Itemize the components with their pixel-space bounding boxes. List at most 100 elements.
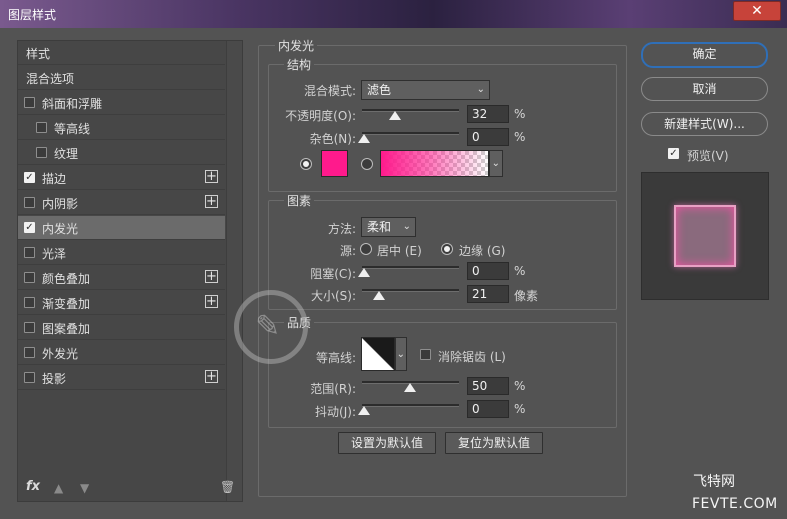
jitter-unit: % — [514, 402, 526, 416]
glow-color-swatch[interactable] — [321, 150, 348, 177]
jitter-slider-thumb[interactable] — [358, 406, 370, 415]
jitter-input[interactable]: 0 — [467, 400, 509, 418]
style-checkbox[interactable] — [24, 322, 35, 333]
preview-label[interactable]: 预览(V) — [687, 147, 729, 164]
style-list-label: 颜色叠加 — [42, 272, 91, 286]
style-list-item[interactable]: 样式 — [18, 41, 225, 65]
range-input[interactable]: 50 — [467, 377, 509, 395]
new-style-button[interactable]: 新建样式(W)... — [641, 112, 768, 136]
style-list-item[interactable]: 混合选项 — [18, 66, 225, 90]
choke-slider-thumb[interactable] — [358, 268, 370, 277]
size-unit: 像素 — [514, 289, 539, 303]
style-list-scrollbar[interactable] — [226, 41, 242, 501]
gradient-picker[interactable] — [380, 150, 489, 177]
style-list: 样式 混合选项 斜面和浮雕 等高线 纹理 ✓ 描边 + 内阴影 + ✓ 内发光 光泽 颜色叠加 + 渐变叠加 +… — [17, 40, 243, 502]
add-effect-icon[interactable]: + — [205, 370, 218, 383]
layer-style-dialog: 样式 混合选项 斜面和浮雕 等高线 纹理 ✓ 描边 + 内阴影 + ✓ 内发光 光泽 颜色叠加 + 渐变叠加 +… — [0, 28, 787, 519]
elements-title: 图素 — [284, 192, 315, 209]
style-list-item[interactable]: 光泽 — [18, 241, 225, 265]
gradient-dropdown[interactable]: ⌄ — [489, 150, 503, 177]
choke-input[interactable]: 0 — [467, 262, 509, 280]
noise-slider-thumb[interactable] — [358, 134, 370, 143]
source-center-radio[interactable] — [360, 243, 372, 255]
style-list-item[interactable]: ✓ 内发光 — [18, 216, 225, 240]
add-effect-icon[interactable]: + — [205, 195, 218, 208]
reset-default-button[interactable]: 复位为默认值 — [445, 432, 543, 454]
move-down-icon[interactable]: ▼ — [80, 481, 89, 495]
add-effect-icon[interactable]: + — [205, 270, 218, 283]
choke-slider[interactable] — [362, 266, 459, 269]
add-effect-icon[interactable]: + — [205, 295, 218, 308]
blend-mode-select[interactable]: 滤色 ⌄ — [361, 80, 490, 100]
opacity-slider[interactable] — [362, 109, 459, 112]
style-list-footer: fx ▲ ▼ 🗑 — [18, 475, 242, 501]
source-label: 源: — [339, 244, 356, 258]
size-input[interactable]: 21 — [467, 285, 509, 303]
add-effect-icon[interactable]: + — [205, 170, 218, 183]
jitter-slider[interactable] — [362, 404, 459, 407]
pencil-icon: ✎ — [255, 309, 281, 344]
source-center-label[interactable]: 居中 (E) — [377, 242, 422, 259]
style-list-label: 样式 — [26, 47, 51, 61]
style-checkbox[interactable] — [24, 372, 35, 383]
watermark-logo-icon: ✎ — [234, 290, 308, 364]
contour-dropdown[interactable]: ⌄ — [395, 337, 407, 371]
style-list-item[interactable]: 等高线 — [18, 116, 225, 140]
gradient-radio[interactable] — [361, 158, 373, 170]
move-up-icon[interactable]: ▲ — [54, 481, 63, 495]
style-list-item[interactable]: 渐变叠加 + — [18, 291, 225, 315]
style-list-label: 光泽 — [42, 247, 67, 261]
fx-button[interactable]: fx — [26, 479, 40, 494]
style-list-item[interactable]: 投影 + — [18, 366, 225, 390]
preview-checkbox[interactable]: ✓ — [668, 148, 679, 159]
style-list-item[interactable]: 内阴影 + — [18, 191, 225, 215]
style-checkbox[interactable] — [24, 247, 35, 258]
style-checkbox[interactable] — [36, 147, 47, 158]
technique-select[interactable]: 柔和 ⌄ — [361, 217, 416, 237]
style-list-label: 投影 — [42, 372, 67, 386]
style-list-item[interactable]: 外发光 — [18, 341, 225, 365]
watermark-brand-en: FEVTE.COM — [692, 496, 778, 512]
ok-button[interactable]: 确定 — [641, 42, 768, 68]
range-label: 范围(R): — [310, 382, 356, 396]
noise-slider[interactable] — [362, 132, 459, 135]
close-button[interactable]: ✕ — [733, 1, 781, 21]
style-list-item[interactable]: ✓ 描边 + — [18, 166, 225, 190]
range-unit: % — [514, 379, 526, 393]
size-label: 大小(S): — [310, 289, 356, 303]
noise-input[interactable]: 0 — [467, 128, 509, 146]
style-list-label: 等高线 — [54, 122, 91, 136]
style-checkbox[interactable] — [24, 272, 35, 283]
jitter-label: 抖动(J): — [315, 405, 356, 419]
antialias-label[interactable]: 消除锯齿 (L) — [438, 348, 506, 365]
antialias-checkbox[interactable] — [420, 349, 431, 360]
style-checkbox[interactable] — [24, 97, 35, 108]
style-list-item[interactable]: 斜面和浮雕 — [18, 91, 225, 115]
style-list-label: 描边 — [42, 172, 67, 186]
style-checkbox[interactable] — [24, 197, 35, 208]
style-checkbox[interactable]: ✓ — [24, 222, 35, 233]
choke-label: 阻塞(C): — [310, 267, 356, 281]
cancel-button[interactable]: 取消 — [641, 77, 768, 101]
style-checkbox[interactable]: ✓ — [24, 172, 35, 183]
opacity-input[interactable]: 32 — [467, 105, 509, 123]
style-list-label: 渐变叠加 — [42, 297, 91, 311]
style-list-item[interactable]: 颜色叠加 + — [18, 266, 225, 290]
make-default-button[interactable]: 设置为默认值 — [338, 432, 436, 454]
style-checkbox[interactable] — [24, 297, 35, 308]
blend-mode-label: 混合模式: — [303, 84, 356, 98]
opacity-slider-thumb[interactable] — [389, 111, 401, 120]
source-edge-radio[interactable] — [441, 243, 453, 255]
style-list-label: 混合选项 — [26, 72, 75, 86]
source-edge-label[interactable]: 边缘 (G) — [459, 242, 505, 259]
style-checkbox[interactable] — [24, 347, 35, 358]
contour-picker[interactable] — [361, 337, 395, 371]
style-list-item[interactable]: 图案叠加 — [18, 316, 225, 340]
solid-color-radio[interactable] — [300, 158, 312, 170]
style-list-item[interactable]: 纹理 — [18, 141, 225, 165]
noise-unit: % — [514, 130, 526, 144]
style-checkbox[interactable] — [36, 122, 47, 133]
trash-icon[interactable]: 🗑 — [220, 480, 235, 494]
range-slider-thumb[interactable] — [404, 383, 416, 392]
size-slider-thumb[interactable] — [373, 291, 385, 300]
